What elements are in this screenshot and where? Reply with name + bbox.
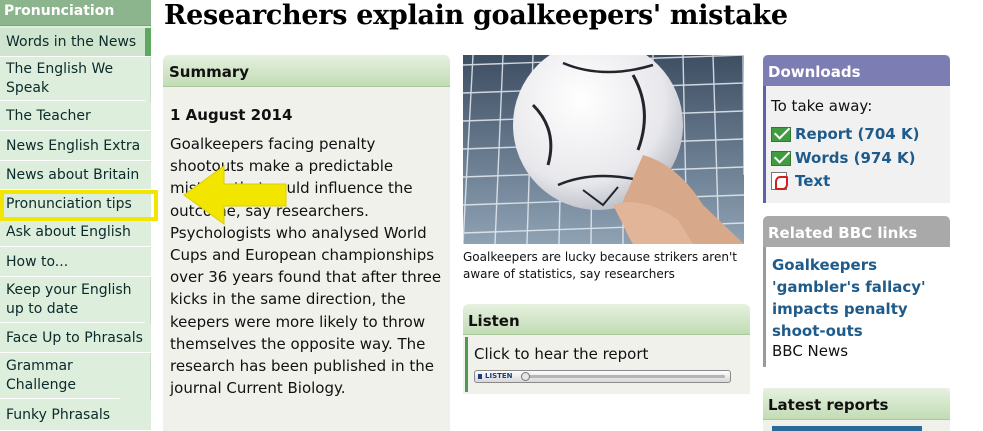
nav-item-label: Funky Phrasals [6, 406, 111, 423]
mail-icon [771, 150, 791, 166]
download-words-label: Words (974 K) [795, 149, 916, 167]
related-article-link[interactable]: Goalkeepers 'gambler's fallacy' impacts … [772, 254, 947, 342]
highlight-box [0, 190, 158, 221]
nav-item-ask-about-english[interactable]: Ask about English [0, 219, 151, 247]
related-links-panel: Related BBC links Goalkeepers 'gambler's… [763, 216, 950, 370]
nav-item-the-teacher[interactable]: The Teacher [0, 102, 151, 131]
active-indicator [145, 28, 151, 56]
listen-heading: Listen [468, 312, 520, 330]
nav-item-keep-your-english-up-to-date[interactable]: Keep your English up to date [0, 278, 145, 323]
latest-report-link[interactable] [772, 426, 922, 431]
download-text-label: Text [795, 172, 831, 190]
downloads-accent-bar [763, 86, 766, 203]
audio-player[interactable]: LISTEN [474, 370, 731, 383]
nav-item-label: Words in the News [6, 33, 137, 50]
download-text-link[interactable]: Text [771, 172, 830, 190]
nav-item-label: Ask about English [6, 224, 131, 240]
latest-reports-panel: Latest reports [763, 388, 950, 431]
listen-accent-bar [465, 337, 468, 392]
summary-heading: Summary [169, 63, 250, 81]
nav-item-the-english-we-speak[interactable]: The English We Speak [0, 58, 145, 101]
nav-section-title: Pronunciation [4, 3, 115, 19]
listen-panel: Listen Click to hear the report LISTEN [463, 304, 750, 394]
downloads-header: Downloads [763, 55, 950, 86]
nav-item-words-in-the-news[interactable]: Words in the News [0, 28, 151, 57]
latest-header: Latest reports [763, 388, 950, 420]
pdf-icon [771, 172, 788, 190]
downloads-heading: Downloads [768, 63, 861, 81]
goalkeeper-ball-image [463, 55, 744, 244]
nav-item-label: The English We Speak [6, 61, 114, 96]
nav-item-grammar-challenge[interactable]: Grammar Challenge [0, 354, 120, 399]
related-header: Related BBC links [763, 216, 950, 247]
download-report-label: Report (704 K) [795, 125, 920, 143]
nav-item-news-about-britain[interactable]: News about Britain [0, 162, 151, 190]
download-words-link[interactable]: Words (974 K) [771, 149, 915, 167]
latest-heading: Latest reports [768, 396, 889, 414]
listen-button[interactable]: LISTEN [477, 372, 513, 381]
nav-item-how-to[interactable]: How to... [0, 248, 151, 277]
nav-item-news-english-extra[interactable]: News English Extra [0, 132, 151, 161]
nav-item-label: Grammar Challenge [6, 358, 76, 393]
photo-caption: Goalkeepers are lucky because strikers a… [463, 250, 737, 281]
article-photo [463, 55, 744, 244]
summary-date: 1 August 2014 [170, 106, 293, 124]
download-report-link[interactable]: Report (704 K) [771, 125, 919, 143]
related-source: BBC News [772, 342, 849, 360]
downloads-panel: Downloads To take away: Report (704 K) W… [763, 55, 950, 203]
downloads-intro: To take away: [771, 97, 873, 115]
nav-item-label: How to... [6, 253, 69, 270]
related-heading: Related BBC links [768, 224, 918, 242]
nav-item-funky-phrasals[interactable]: Funky Phrasals [0, 400, 151, 431]
summary-header: Summary [163, 55, 450, 87]
mail-icon [771, 126, 791, 142]
nav-item-label: News English Extra [6, 137, 141, 154]
audio-scrub-handle[interactable] [521, 372, 530, 381]
page-title: Researchers explain goalkeepers' mistake [164, 0, 788, 31]
related-accent-bar [763, 247, 766, 367]
nav-item-face-up-to-phrasals[interactable]: Face Up to Phrasals [0, 324, 151, 353]
arrow-annotation-icon [183, 165, 287, 225]
listen-prompt: Click to hear the report [474, 345, 649, 363]
nav-section-header[interactable]: Pronunciation [0, 0, 151, 26]
nav-item-label: Face Up to Phrasals [6, 329, 143, 346]
nav-item-label: News about Britain [6, 167, 140, 183]
listen-header: Listen [463, 304, 750, 335]
summary-panel: Summary 1 August 2014 Goalkeepers facing… [163, 55, 450, 431]
nav-item-label: Keep your English up to date [6, 282, 132, 317]
nav-item-label: The Teacher [6, 107, 91, 124]
audio-progress-track[interactable] [525, 375, 725, 378]
